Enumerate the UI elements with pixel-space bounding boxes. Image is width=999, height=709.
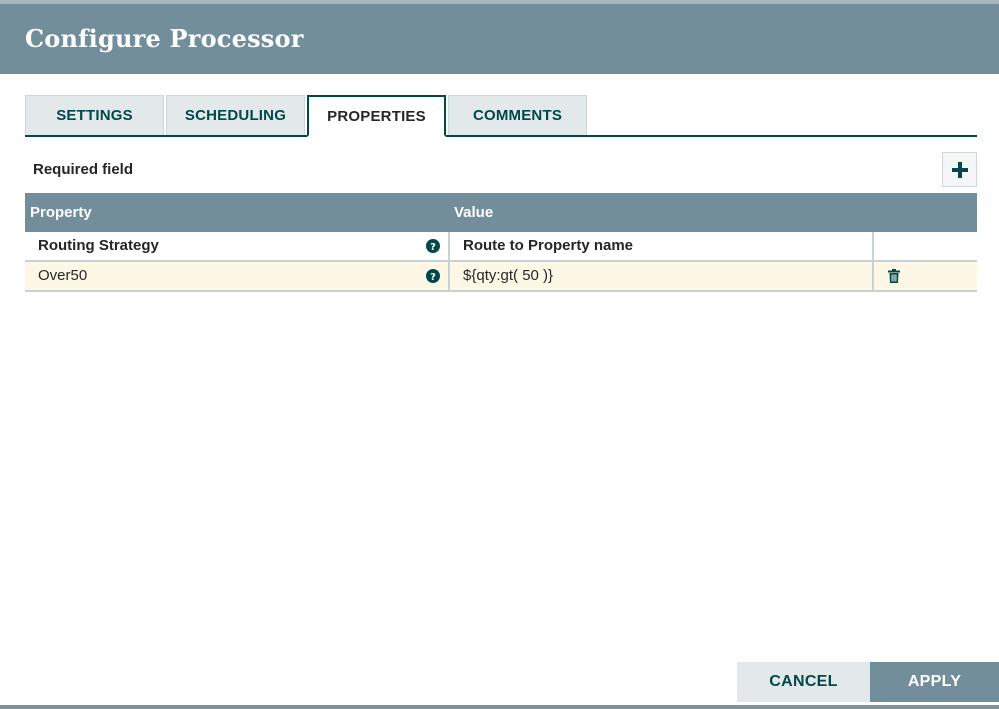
apply-button[interactable]: APPLY: [870, 662, 999, 702]
trash-icon[interactable]: [887, 268, 901, 284]
property-name: Routing Strategy: [38, 232, 159, 260]
property-name: Over50: [38, 262, 87, 290]
column-divider: [872, 262, 874, 290]
tab-comments[interactable]: COMMENTS: [448, 95, 587, 135]
tab-scheduling[interactable]: SCHEDULING: [166, 95, 305, 135]
tab-comments-label: COMMENTS: [473, 107, 562, 124]
column-header-property[interactable]: Property: [30, 193, 92, 232]
property-value[interactable]: Route to Property name: [463, 232, 633, 260]
column-header-value[interactable]: Value: [454, 193, 493, 232]
add-property-button[interactable]: [942, 152, 977, 187]
tab-properties-label: PROPERTIES: [327, 108, 426, 125]
tab-bar: SETTINGS SCHEDULING PROPERTIES COMMENTS: [25, 95, 977, 137]
property-value[interactable]: ${qty:gt( 50 )}: [463, 262, 553, 290]
required-field-label: Required field: [33, 161, 133, 178]
cancel-button[interactable]: CANCEL: [737, 662, 870, 702]
tab-settings-label: SETTINGS: [56, 107, 133, 124]
table-header: Property Value: [25, 193, 977, 232]
column-divider: [872, 232, 874, 260]
svg-text:?: ?: [430, 242, 436, 253]
table-row[interactable]: Over50 ? ${qty:gt( 50 )}: [25, 262, 977, 292]
properties-table: Property Value Routing Strategy ? Route …: [25, 193, 977, 292]
tab-scheduling-label: SCHEDULING: [185, 107, 286, 124]
dialog-header: Configure Processor: [0, 4, 999, 74]
question-circle-icon[interactable]: ?: [425, 238, 440, 253]
tab-properties[interactable]: PROPERTIES: [307, 95, 446, 137]
plus-icon: [951, 161, 969, 179]
dialog-title: Configure Processor: [25, 24, 304, 53]
question-circle-icon[interactable]: ?: [425, 268, 440, 283]
svg-text:?: ?: [430, 272, 436, 283]
column-divider: [448, 262, 450, 290]
background-canvas-bottom: [0, 705, 999, 709]
tab-settings[interactable]: SETTINGS: [25, 95, 164, 135]
column-divider: [448, 232, 450, 260]
table-row[interactable]: Routing Strategy ? Route to Property nam…: [25, 232, 977, 262]
